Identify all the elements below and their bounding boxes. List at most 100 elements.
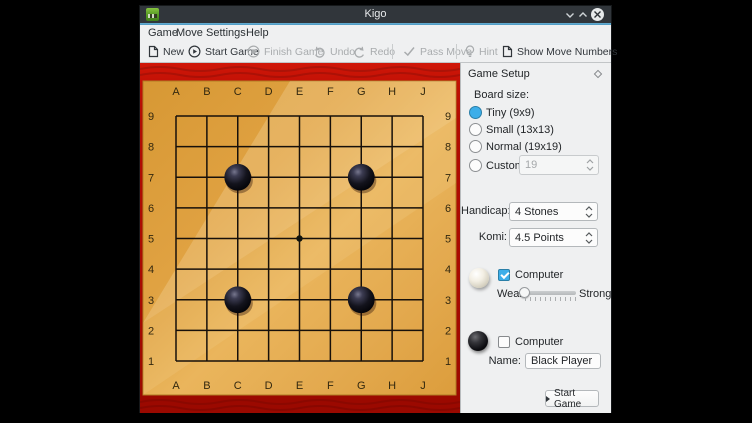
radio-normal[interactable] bbox=[469, 140, 482, 153]
strength-slider-track[interactable] bbox=[529, 291, 576, 295]
go-board-svg: AABBCCDDEEFFGGHHJJ998877665544332211 bbox=[140, 63, 460, 413]
board-column-label: H bbox=[388, 380, 396, 392]
board-row-label: 4 bbox=[445, 264, 451, 276]
board-row-label: 1 bbox=[148, 356, 154, 368]
redo-button[interactable]: Redo bbox=[353, 41, 395, 62]
board-row-label: 9 bbox=[445, 111, 451, 123]
strength-strong-label: Strong bbox=[579, 288, 611, 300]
go-stone-black bbox=[224, 286, 251, 313]
board-column-label: C bbox=[234, 380, 242, 392]
undo-button[interactable]: Undo bbox=[313, 41, 355, 62]
board-row-label: 2 bbox=[445, 325, 451, 337]
black-computer-label[interactable]: Computer bbox=[515, 336, 563, 348]
radio-tiny[interactable] bbox=[469, 106, 482, 119]
main-content: AABBCCDDEEFFGGHHJJ998877665544332211 Gam… bbox=[140, 62, 611, 412]
play-icon bbox=[546, 396, 550, 402]
frame-wave-texture bbox=[140, 67, 460, 71]
stop-circle-icon bbox=[247, 45, 260, 58]
white-computer-label[interactable]: Computer bbox=[515, 269, 563, 281]
board-row-label: 6 bbox=[445, 203, 451, 215]
radio-small[interactable] bbox=[469, 123, 482, 136]
titlebar[interactable]: Kigo bbox=[140, 6, 611, 23]
board-column-label: D bbox=[265, 86, 273, 98]
show-move-numbers-button[interactable]: Show Move Numbers bbox=[502, 41, 617, 62]
redo-icon bbox=[353, 46, 366, 58]
spinbox-arrows-icon[interactable] bbox=[583, 205, 595, 219]
board-row-label: 9 bbox=[148, 111, 154, 123]
board-column-label: H bbox=[388, 86, 396, 98]
menu-settings[interactable]: Settings bbox=[206, 25, 246, 41]
menu-game[interactable]: Game bbox=[148, 25, 178, 41]
chevron-up-icon bbox=[576, 8, 590, 22]
radio-normal-label[interactable]: Normal (19x19) bbox=[486, 141, 562, 153]
board-column-label: B bbox=[203, 86, 210, 98]
board-row-label: 5 bbox=[148, 234, 154, 246]
board-column-label: J bbox=[420, 380, 426, 392]
play-circle-icon bbox=[188, 45, 201, 58]
black-computer-checkbox[interactable] bbox=[498, 336, 510, 348]
black-name-field[interactable]: Black Player bbox=[525, 353, 601, 369]
minimize-button[interactable] bbox=[563, 8, 577, 22]
menu-help[interactable]: Help bbox=[246, 25, 269, 41]
board-row-label: 5 bbox=[445, 234, 451, 246]
board-row-label: 7 bbox=[148, 172, 154, 184]
start-game-button[interactable]: Start Game bbox=[545, 390, 599, 407]
board-column-label: D bbox=[265, 380, 273, 392]
toolbar-separator bbox=[392, 44, 393, 59]
board-row-label: 3 bbox=[445, 295, 451, 307]
white-computer-checkbox[interactable] bbox=[498, 269, 510, 281]
komi-label: Komi: bbox=[461, 231, 507, 243]
kigo-window: Kigo Game Move Settings Help New Start G… bbox=[140, 6, 611, 412]
window-title: Kigo bbox=[140, 6, 611, 23]
hint-button[interactable]: Hint bbox=[465, 41, 498, 62]
frame-wave-texture bbox=[140, 73, 460, 77]
board-row-label: 3 bbox=[148, 295, 154, 307]
custom-size-spinbox[interactable]: 19 bbox=[519, 155, 599, 175]
board-column-label: J bbox=[420, 86, 426, 98]
board-row-label: 1 bbox=[445, 356, 451, 368]
menu-move[interactable]: Move bbox=[176, 25, 203, 41]
go-stone-black bbox=[224, 164, 251, 191]
strength-slider-ticks bbox=[525, 297, 576, 301]
go-stone-black bbox=[348, 286, 375, 313]
board-row-label: 7 bbox=[445, 172, 451, 184]
lightbulb-icon bbox=[465, 45, 475, 58]
move-numbers-icon bbox=[502, 45, 513, 58]
go-board[interactable]: AABBCCDDEEFFGGHHJJ998877665544332211 bbox=[140, 63, 460, 413]
handicap-label: Handicap: bbox=[461, 205, 507, 217]
board-row-label: 2 bbox=[148, 325, 154, 337]
board-row-label: 8 bbox=[445, 142, 451, 154]
radio-custom[interactable] bbox=[469, 159, 482, 172]
board-column-label: A bbox=[172, 86, 180, 98]
board-column-label: A bbox=[172, 380, 180, 392]
radio-small-label[interactable]: Small (13x13) bbox=[486, 124, 554, 136]
handicap-spinbox[interactable]: 4 Stones bbox=[509, 202, 598, 221]
spinbox-arrows-icon[interactable] bbox=[584, 158, 596, 172]
name-label: Name: bbox=[481, 355, 521, 367]
frame-wave-texture bbox=[140, 400, 460, 404]
close-button[interactable] bbox=[591, 8, 604, 21]
board-row-label: 8 bbox=[148, 142, 154, 154]
board-column-label: G bbox=[357, 380, 366, 392]
komi-spinbox[interactable]: 4.5 Points bbox=[509, 228, 598, 247]
board-column-label: F bbox=[327, 86, 334, 98]
close-icon bbox=[594, 11, 601, 18]
board-column-label: B bbox=[203, 380, 210, 392]
radio-tiny-label[interactable]: Tiny (9x9) bbox=[486, 107, 535, 119]
spinbox-arrows-icon[interactable] bbox=[583, 231, 595, 245]
new-button[interactable]: New bbox=[148, 41, 184, 62]
board-column-label: E bbox=[296, 380, 303, 392]
undo-icon bbox=[313, 46, 326, 58]
board-row-label: 4 bbox=[148, 264, 154, 276]
game-setup-panel: Game Setup Board size: Tiny (9x9) Small … bbox=[460, 63, 611, 413]
board-star-point bbox=[296, 235, 302, 241]
panel-title: Game Setup bbox=[468, 67, 530, 81]
board-column-label: C bbox=[234, 86, 242, 98]
maximize-button[interactable] bbox=[576, 8, 590, 22]
chevron-down-icon bbox=[563, 8, 577, 22]
board-row-label: 6 bbox=[148, 203, 154, 215]
pass-move-button[interactable]: Pass Move bbox=[403, 41, 472, 62]
menubar: Game Move Settings Help bbox=[140, 25, 611, 41]
toolbar-separator bbox=[456, 44, 457, 59]
dock-float-icon[interactable] bbox=[594, 70, 602, 78]
